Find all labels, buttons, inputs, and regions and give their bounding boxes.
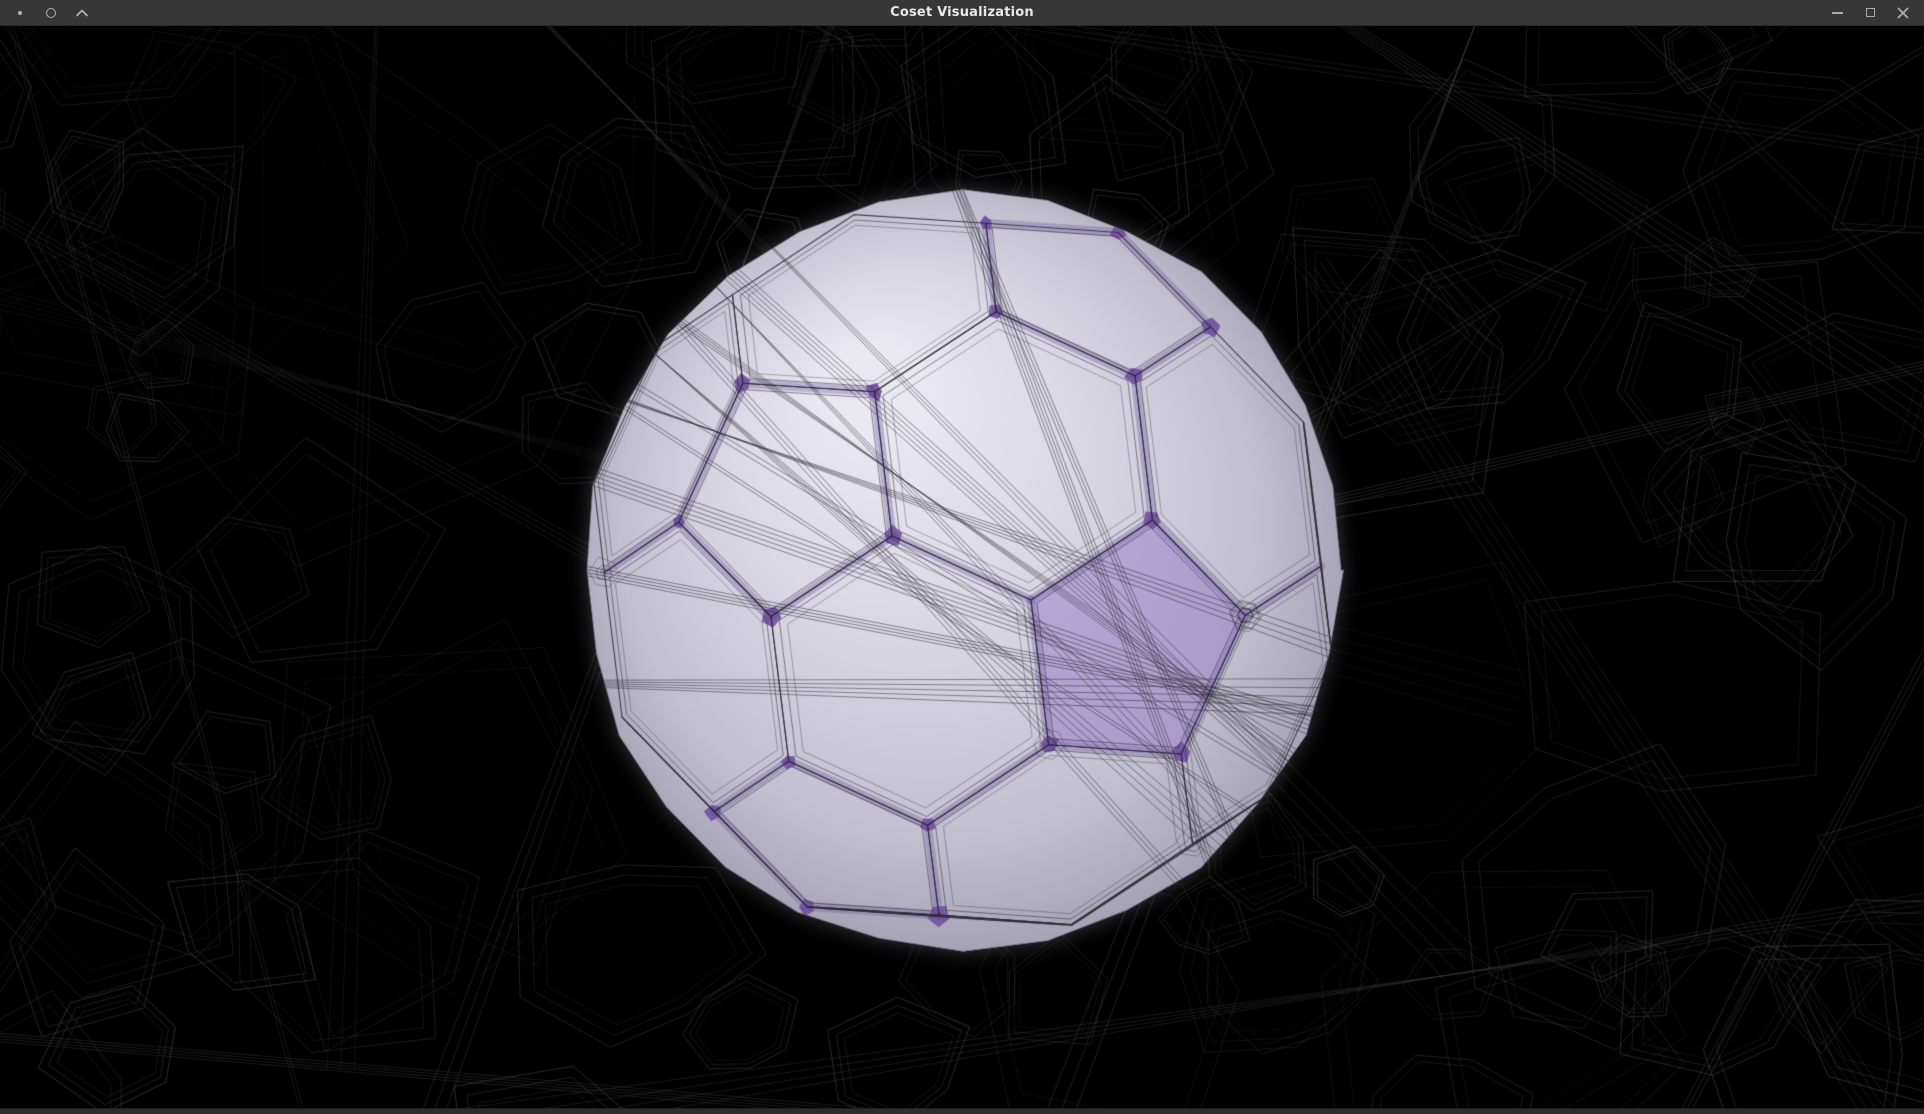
- app-window: Coset Visualization: [0, 0, 1924, 1114]
- window-bottom-border: [0, 1108, 1924, 1114]
- dot-icon[interactable]: [11, 4, 29, 22]
- render-canvas[interactable]: [0, 26, 1924, 1108]
- circle-icon[interactable]: [42, 4, 60, 22]
- titlebar[interactable]: Coset Visualization: [0, 0, 1924, 26]
- close-button[interactable]: [1894, 4, 1912, 22]
- chevron-up-icon[interactable]: [73, 4, 91, 22]
- titlebar-left-icons: [0, 4, 91, 22]
- window-controls: [1828, 4, 1924, 22]
- viewport-3d[interactable]: [0, 26, 1924, 1108]
- window-title: Coset Visualization: [0, 5, 1924, 20]
- minimize-button[interactable]: [1828, 4, 1846, 22]
- maximize-button[interactable]: [1861, 4, 1879, 22]
